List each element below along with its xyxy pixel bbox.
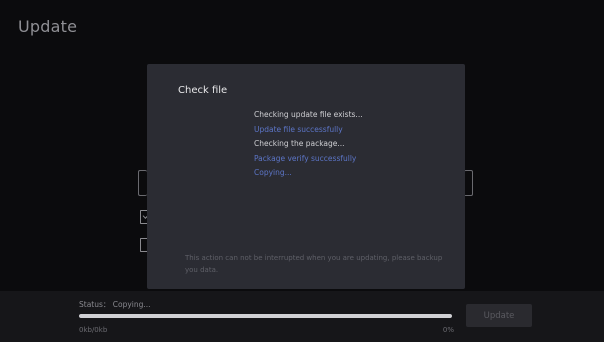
- interrupt-warning: This action can not be interrupted when …: [185, 254, 443, 274]
- page-title: Update: [18, 17, 78, 36]
- check-file-dialog: Check file Checking update file exists..…: [147, 64, 465, 289]
- status-bar: Status： Copying... 0kb/0kb 0% Update: [0, 291, 604, 342]
- update-log: Checking update file exists... Update fi…: [254, 108, 363, 181]
- progress-bar: [79, 314, 452, 318]
- transfer-size: 0kb/0kb: [79, 326, 108, 334]
- progress-fill: [79, 314, 452, 318]
- log-line: Checking update file exists...: [254, 110, 363, 119]
- background-field-right-edge: [464, 170, 473, 196]
- background-field-left-edge: [138, 170, 147, 196]
- progress-percent: 0%: [442, 326, 454, 334]
- log-line: Checking the package...: [254, 139, 345, 148]
- dialog-title: Check file: [178, 85, 228, 96]
- log-line: Package verify successfully: [254, 153, 357, 163]
- log-line: Copying...: [254, 168, 292, 177]
- log-line: Update file successfully: [254, 124, 343, 134]
- status-text: Status： Copying...: [79, 300, 151, 309]
- update-screen: Update Check file Checking update file e…: [0, 0, 604, 342]
- update-button[interactable]: Update: [466, 304, 532, 327]
